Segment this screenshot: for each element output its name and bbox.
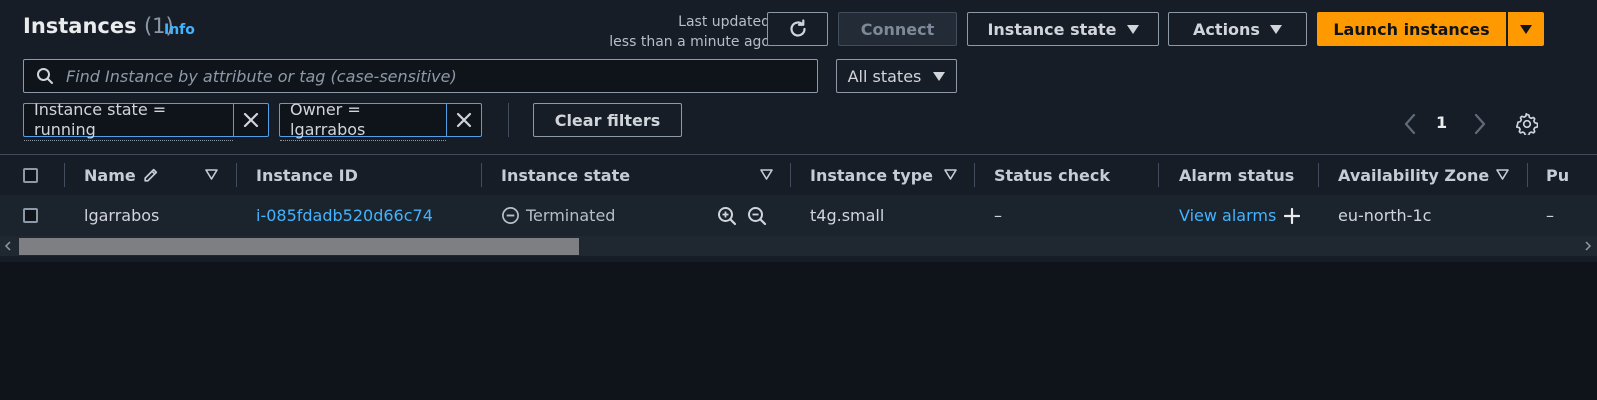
last-updated-value: less than a minute ago bbox=[609, 34, 770, 50]
chevron-left-icon[interactable] bbox=[1403, 112, 1417, 136]
close-icon bbox=[456, 112, 472, 128]
launch-instances-label: Launch instances bbox=[1333, 19, 1490, 39]
remove-filter-button[interactable] bbox=[233, 104, 268, 136]
cell-public-ip: – bbox=[1546, 206, 1554, 225]
divider bbox=[508, 103, 509, 137]
search-icon bbox=[37, 68, 53, 84]
pencil-icon bbox=[144, 168, 157, 182]
horizontal-scrollbar[interactable] bbox=[0, 236, 1597, 256]
column-header-label: Alarm status bbox=[1179, 165, 1295, 185]
column-header-label: Instance state bbox=[501, 165, 631, 185]
column-header-label: Name bbox=[84, 165, 136, 185]
launch-options-button[interactable] bbox=[1508, 12, 1544, 46]
instance-state-dropdown[interactable]: Instance state bbox=[967, 12, 1159, 46]
table-header: Name Instance ID Instance state Instance… bbox=[0, 154, 1597, 196]
filter-token-label: Instance state = running bbox=[24, 100, 234, 141]
actions-label: Actions bbox=[1193, 19, 1260, 39]
refresh-icon bbox=[789, 19, 806, 37]
last-updated-label: Last updated bbox=[678, 14, 770, 30]
state-filter-select[interactable]: All states bbox=[836, 59, 957, 93]
page-title: Instances (1) bbox=[23, 14, 174, 38]
column-header-instance-id[interactable]: Instance ID bbox=[256, 155, 358, 195]
launch-instances-button[interactable]: Launch instances bbox=[1317, 12, 1506, 46]
chevron-right-icon[interactable] bbox=[1473, 112, 1487, 136]
column-header-label: Instance ID bbox=[256, 165, 358, 185]
column-header-label: Pu bbox=[1546, 165, 1570, 185]
add-alarm-icon[interactable] bbox=[1284, 207, 1301, 224]
column-header-alarm-status[interactable]: Alarm status bbox=[1179, 155, 1294, 195]
column-header-label: Status check bbox=[994, 165, 1110, 185]
instance-id-link[interactable]: i-085fdadb520d66c74 bbox=[256, 195, 433, 236]
page-title-text: Instances bbox=[23, 14, 137, 38]
connect-label: Connect bbox=[860, 19, 935, 39]
empty-area bbox=[0, 262, 1597, 400]
row-select-cell bbox=[23, 195, 38, 236]
actions-dropdown[interactable]: Actions bbox=[1168, 12, 1307, 46]
instance-state-label: Instance state bbox=[987, 19, 1117, 39]
caret-down-icon bbox=[933, 71, 946, 81]
zoom-in-icon[interactable] bbox=[717, 206, 737, 226]
state-filter-value: All states bbox=[847, 66, 922, 86]
column-header-label: Instance type bbox=[810, 165, 933, 185]
cell-instance-type: t4g.small bbox=[810, 206, 885, 225]
column-header-instance-type[interactable]: Instance type bbox=[810, 155, 933, 195]
info-link[interactable]: Info bbox=[164, 22, 195, 38]
caret-down-icon bbox=[1520, 24, 1532, 34]
cell-status-check: – bbox=[994, 206, 1002, 225]
search-input[interactable] bbox=[64, 65, 808, 87]
row-checkbox[interactable] bbox=[23, 208, 38, 223]
clear-filters-button[interactable]: Clear filters bbox=[533, 103, 682, 137]
sort-icon[interactable] bbox=[944, 169, 957, 180]
filter-token-label: Owner = lgarrabos bbox=[280, 100, 447, 141]
gear-icon[interactable] bbox=[1516, 113, 1538, 135]
cell-instance-state: Terminated bbox=[501, 195, 615, 236]
refresh-button[interactable] bbox=[767, 12, 828, 46]
cell-name: lgarrabos bbox=[84, 206, 160, 225]
zoom-controls bbox=[717, 195, 767, 236]
instance-state-text: Terminated bbox=[526, 206, 616, 225]
page-number[interactable]: 1 bbox=[1436, 113, 1447, 132]
instances-panel: Instances (1) Info Last updated less tha… bbox=[0, 0, 1597, 262]
cell-alarm-status: View alarms bbox=[1179, 195, 1301, 236]
search-bar bbox=[23, 59, 818, 93]
zoom-out-icon[interactable] bbox=[747, 206, 767, 226]
view-alarms-link[interactable]: View alarms bbox=[1179, 206, 1276, 225]
column-header-availability-zone[interactable]: Availability Zone bbox=[1338, 155, 1489, 195]
terminated-status-icon bbox=[502, 207, 519, 224]
caret-down-icon bbox=[1269, 24, 1282, 34]
filter-token-instance-state: Instance state = running bbox=[23, 100, 269, 141]
column-header-status-check[interactable]: Status check bbox=[994, 155, 1110, 195]
connect-button[interactable]: Connect bbox=[838, 12, 957, 46]
scroll-right-icon[interactable] bbox=[1584, 241, 1592, 251]
scrollbar-thumb[interactable] bbox=[19, 238, 579, 255]
column-header-instance-state[interactable]: Instance state bbox=[501, 155, 630, 195]
scroll-left-icon[interactable] bbox=[4, 241, 12, 251]
sort-icon[interactable] bbox=[205, 169, 218, 180]
last-updated: Last updated less than a minute ago bbox=[560, 12, 770, 52]
column-header-label: Availability Zone bbox=[1338, 165, 1490, 185]
filter-token-owner: Owner = lgarrabos bbox=[279, 100, 482, 141]
remove-filter-button[interactable] bbox=[446, 104, 481, 136]
select-all-checkbox[interactable] bbox=[23, 167, 38, 183]
cell-availability-zone: eu-north-1c bbox=[1338, 206, 1432, 225]
column-header-public-ip[interactable]: Pu bbox=[1546, 155, 1569, 195]
sort-icon[interactable] bbox=[760, 169, 773, 180]
caret-down-icon bbox=[1126, 24, 1139, 34]
select-all-cell bbox=[23, 155, 38, 195]
clear-filters-label: Clear filters bbox=[554, 110, 661, 130]
table-row[interactable]: lgarrabos i-085fdadb520d66c74 Terminated… bbox=[0, 195, 1597, 236]
column-header-name[interactable]: Name bbox=[84, 155, 159, 195]
close-icon bbox=[243, 112, 259, 128]
sort-icon[interactable] bbox=[1496, 169, 1509, 180]
